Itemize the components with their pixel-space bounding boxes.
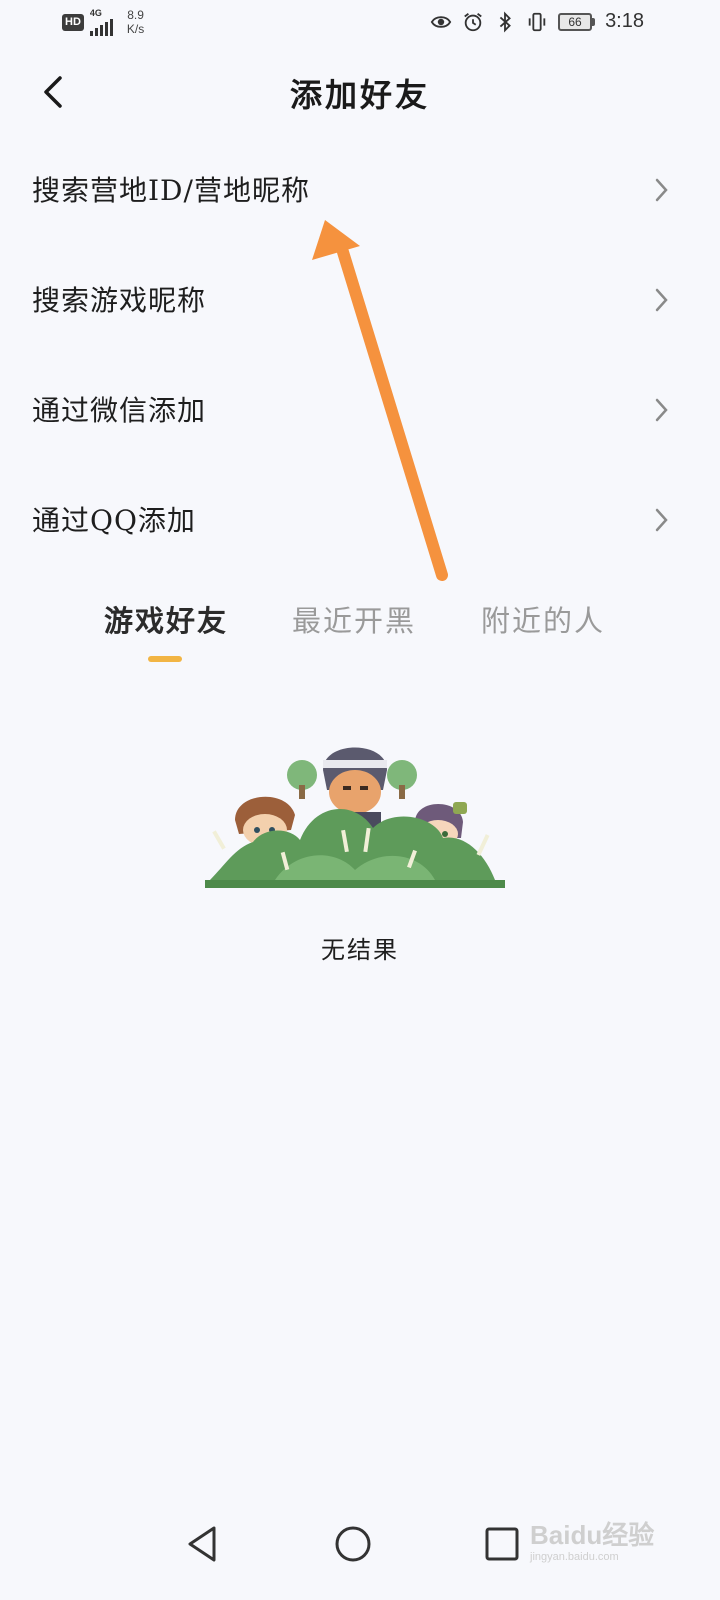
system-navigation-bar: Baidu经验 jingyan.baidu.com (0, 1500, 720, 1600)
battery-level: 66 (558, 12, 593, 31)
chevron-right-icon (655, 288, 668, 312)
add-via-wechat-item[interactable]: 通过微信添加 (0, 355, 720, 465)
nav-bar: 添加好友 (0, 60, 720, 124)
tab-game-friends[interactable]: 游戏好友 (104, 598, 228, 640)
watermark-brand: Baidu经验 (530, 1520, 655, 1550)
search-camp-id-item[interactable]: 搜索营地ID/营地昵称 (0, 135, 720, 245)
baidu-watermark: Baidu经验 jingyan.baidu.com (530, 1520, 680, 1572)
menu-item-label: 搜索营地ID/营地昵称 (32, 174, 310, 207)
speed-value: 8.9 (127, 8, 144, 22)
page-title: 添加好友 (289, 76, 430, 114)
tab-nearby-people[interactable]: 附近的人 (481, 598, 605, 640)
system-recents-icon[interactable] (480, 1522, 524, 1566)
add-friend-options: 搜索营地ID/营地昵称 搜索游戏昵称 通过微信添加 通过QQ添加 (0, 135, 720, 575)
network-speed: 8.9 K/s (127, 8, 144, 36)
speed-unit: K/s (126, 22, 145, 36)
friend-tabs: 游戏好友 最近开黑 附近的人 (0, 592, 720, 672)
network-type: 4G (89, 8, 102, 18)
signal-icon: 4G (89, 8, 113, 36)
chevron-right-icon (655, 508, 668, 532)
system-home-icon[interactable] (331, 1522, 375, 1566)
active-tab-indicator (148, 656, 182, 662)
alarm-icon (464, 12, 482, 31)
chevron-right-icon (655, 178, 668, 202)
hd-badge: HD (62, 13, 84, 31)
search-game-nickname-item[interactable]: 搜索游戏昵称 (0, 245, 720, 355)
eye-icon (430, 15, 452, 28)
bluetooth-icon (499, 11, 511, 32)
status-left: HD 4G 8.9 K/s (62, 8, 144, 36)
menu-item-label: 通过微信添加 (32, 394, 207, 427)
status-right: 66 3:18 (430, 10, 644, 33)
chevron-right-icon (655, 398, 668, 422)
system-back-icon[interactable] (182, 1522, 226, 1566)
add-friend-screen: HD 4G 8.9 K/s 66 3:18 添加好友 搜索营地ID/营地昵称 搜… (0, 0, 720, 1600)
menu-item-label: 搜索游戏昵称 (32, 284, 207, 317)
tab-recent-teammates[interactable]: 最近开黑 (292, 598, 416, 640)
status-clock: 3:18 (605, 10, 644, 32)
empty-state-text: 无结果 (321, 936, 399, 964)
watermark-url: jingyan.baidu.com (530, 1551, 619, 1563)
battery-indicator: 66 (558, 12, 596, 31)
empty-state-illustration (205, 747, 505, 888)
add-via-qq-item[interactable]: 通过QQ添加 (0, 465, 720, 575)
status-bar: HD 4G 8.9 K/s 66 3:18 (0, 0, 720, 48)
vibrate-icon (528, 12, 546, 31)
menu-item-label: 通过QQ添加 (32, 504, 196, 537)
